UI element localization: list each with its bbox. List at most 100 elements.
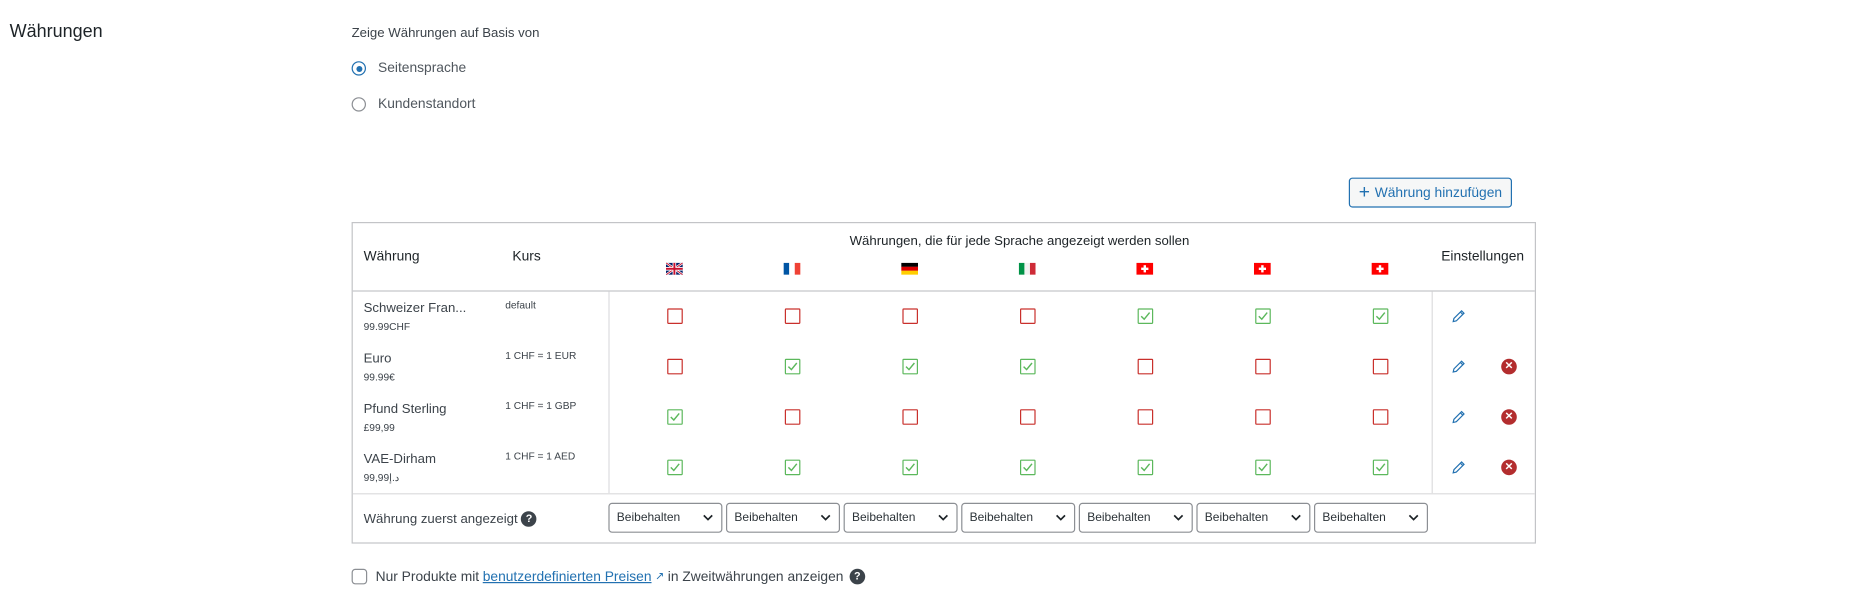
check-icon: [1375, 312, 1386, 321]
section-title: Währungen: [9, 21, 103, 42]
column-divider: [1431, 291, 1433, 494]
delete-icon[interactable]: ×: [1501, 358, 1517, 375]
check-icon: [1140, 312, 1151, 321]
uk-flag: [665, 259, 684, 276]
column-header-languages: Währungen, die für jede Sprache angezeig…: [849, 234, 1190, 249]
checked-checkbox[interactable]: [902, 358, 919, 375]
check-icon: [905, 463, 915, 472]
unchecked-checkbox[interactable]: [902, 308, 919, 324]
checked-checkbox[interactable]: [902, 459, 919, 476]
currency-sample-price: £99,99: [363, 421, 395, 434]
currency-rate: 1 CHF = 1 EUR: [505, 349, 577, 362]
unchecked-checkbox[interactable]: [1255, 358, 1271, 375]
currency-sample-price: 99.99€: [363, 370, 395, 383]
unchecked-checkbox[interactable]: [667, 308, 683, 324]
ch-flag: [1254, 259, 1271, 275]
checked-checkbox[interactable]: [1255, 308, 1271, 324]
radio-button[interactable]: [351, 61, 366, 76]
delete-icon[interactable]: ×: [1501, 459, 1517, 476]
unchecked-checkbox[interactable]: [667, 358, 683, 375]
column-header-settings: Einstellungen: [1441, 249, 1525, 264]
edit-icon[interactable]: [1451, 359, 1467, 375]
first-shown-select[interactable]: Beibehalten: [961, 502, 1076, 533]
unchecked-checkbox[interactable]: [1372, 409, 1389, 425]
radio-site-language[interactable]: Seitensprache: [351, 61, 467, 76]
first-shown-select-value: Beibehalten: [852, 511, 916, 525]
check-icon: [1258, 312, 1268, 321]
check-icon: [1375, 463, 1386, 472]
first-shown-select[interactable]: Beibehalten: [726, 502, 841, 533]
edit-icon[interactable]: [1451, 409, 1467, 425]
currency-sample-price: 99.99CHF: [363, 320, 411, 333]
radio-label: Kundenstandort: [378, 97, 476, 112]
checked-checkbox[interactable]: [1137, 308, 1154, 324]
help-icon[interactable]: ?: [849, 568, 866, 585]
currency-rate: default: [505, 298, 536, 311]
ch-flag: [1371, 259, 1389, 275]
currency-sample-price: د.إ99,99: [363, 471, 400, 484]
unchecked-checkbox[interactable]: [1137, 358, 1154, 375]
custom-prices-text-after: in Zweitwährungen anzeigen: [667, 569, 844, 584]
first-shown-label: Währung zuerst angezeigt ?: [364, 511, 537, 527]
ch-flag: [1136, 259, 1154, 275]
unchecked-checkbox[interactable]: [1372, 358, 1389, 375]
column-header-rate: Kurs: [512, 249, 541, 264]
first-shown-select[interactable]: Beibehalten: [843, 502, 958, 533]
check-icon: [1023, 362, 1033, 371]
column-header-currency: Währung: [363, 249, 420, 264]
unchecked-checkbox[interactable]: [784, 308, 801, 324]
currency-settings-page: Währungen Zeige Währungen auf Basis von …: [0, 0, 1872, 611]
first-shown-select[interactable]: Beibehalten: [1078, 502, 1193, 533]
first-shown-select-value: Beibehalten: [616, 511, 681, 525]
it-flag: [1018, 259, 1036, 275]
checked-checkbox[interactable]: [667, 409, 683, 425]
first-shown-select-value: Beibehalten: [1204, 511, 1269, 525]
checked-checkbox[interactable]: [1020, 459, 1036, 476]
delete-icon[interactable]: ×: [1501, 409, 1517, 425]
unchecked-checkbox[interactable]: [1137, 409, 1154, 425]
radio-customer-location[interactable]: Kundenstandort: [351, 97, 476, 112]
check-icon: [670, 412, 680, 422]
chevron-down-icon: [1172, 511, 1184, 523]
basis-label: Zeige Währungen auf Basis von: [351, 26, 540, 41]
check-icon: [787, 463, 798, 472]
external-link-icon: ↗: [655, 570, 665, 582]
checked-checkbox[interactable]: [784, 459, 801, 476]
currency-name: Euro: [363, 351, 392, 366]
check-icon: [1140, 463, 1151, 472]
unchecked-checkbox[interactable]: [1020, 308, 1036, 324]
checked-checkbox[interactable]: [1137, 459, 1154, 476]
chevron-down-icon: [1055, 511, 1067, 523]
radio-label: Seitensprache: [378, 61, 467, 76]
checked-checkbox[interactable]: [1020, 358, 1036, 375]
edit-icon[interactable]: [1451, 460, 1467, 476]
unchecked-checkbox[interactable]: [1020, 409, 1036, 425]
checked-checkbox[interactable]: [1372, 459, 1389, 476]
custom-prices-option: Nur Produkte mit benutzerdefinierten Pre…: [351, 568, 866, 585]
currency-rate: 1 CHF = 1 GBP: [505, 399, 577, 412]
checked-checkbox[interactable]: [1372, 308, 1389, 324]
custom-prices-link[interactable]: benutzerdefinierten Preisen: [483, 569, 652, 583]
currency-name: Pfund Sterling: [363, 402, 447, 417]
custom-prices-checkbox[interactable]: [351, 568, 368, 585]
add-currency-button[interactable]: + Währung hinzufügen: [1348, 177, 1512, 208]
first-shown-text: Währung zuerst angezeigt: [363, 511, 518, 527]
radio-button[interactable]: [351, 97, 366, 112]
checked-checkbox[interactable]: [1255, 459, 1271, 476]
custom-prices-text-before: Nur Produkte mit: [375, 569, 480, 584]
first-shown-select[interactable]: Beibehalten: [1314, 502, 1428, 533]
first-shown-select[interactable]: Beibehalten: [1196, 502, 1311, 533]
header-divider: [352, 290, 1535, 292]
first-shown-select[interactable]: Beibehalten: [608, 502, 723, 533]
edit-icon[interactable]: [1451, 308, 1467, 324]
currency-name: VAE-Dirham: [363, 452, 436, 467]
first-shown-select-value: Beibehalten: [1087, 511, 1151, 525]
checked-checkbox[interactable]: [667, 459, 683, 476]
checked-checkbox[interactable]: [784, 358, 801, 375]
unchecked-checkbox[interactable]: [902, 409, 919, 425]
unchecked-checkbox[interactable]: [1255, 409, 1271, 425]
check-icon: [1023, 463, 1033, 472]
de-flag: [901, 259, 919, 275]
help-icon[interactable]: ?: [521, 511, 537, 527]
unchecked-checkbox[interactable]: [784, 409, 801, 425]
